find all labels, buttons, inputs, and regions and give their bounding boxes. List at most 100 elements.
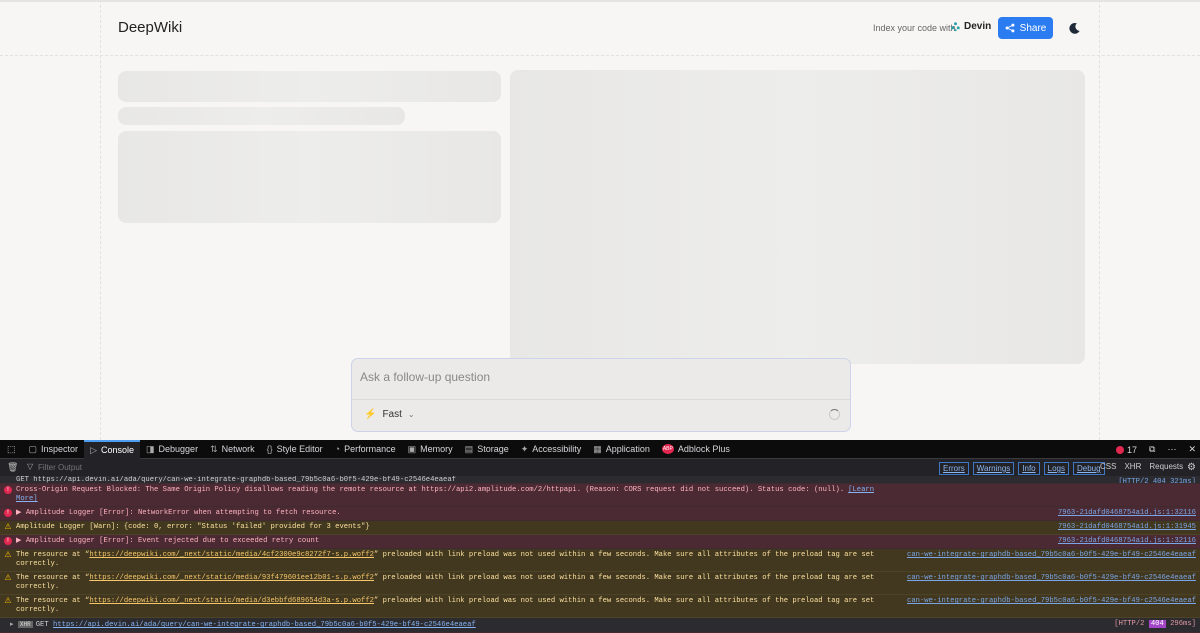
log-text: GET https://api.devin.ai/ada/query/can-w… (16, 476, 456, 484)
tab-inspector[interactable]: ▢ Inspector (23, 440, 85, 459)
console-log-row[interactable]: ⚠ Amplitude Logger [Warn]: {code: 0, erro… (0, 521, 1200, 535)
log-protocol: [HTTP/2 (1114, 620, 1145, 628)
devtools-panel: ⬚ ▢ Inspector ▷ Console ◨ Debugger ⇅ Network{} S… (0, 439, 1200, 633)
log-text: The resource at “ (16, 597, 90, 605)
tab-label: Storage (477, 444, 509, 454)
skeleton-subtitle (118, 107, 405, 125)
deepwiki-page: DeepWiki Index your code with Devin Shar… (0, 0, 1200, 440)
tab-label: Network (221, 444, 255, 454)
element-picker-icon[interactable]: ⬚ (0, 440, 23, 459)
log-text: Cross-Origin Request Blocked: The Same O… (16, 486, 845, 494)
skeleton-card (118, 131, 501, 223)
mode-selector[interactable]: ⚡ Fast ⌄ (364, 409, 415, 420)
accessibility-icon: ✦ (520, 443, 529, 454)
filter-requests-button[interactable]: Requests (1149, 462, 1183, 471)
moon-icon (1068, 22, 1080, 34)
console-log-row[interactable]: ⚠ The resource at “https://deepwiki.com/_… (0, 549, 1200, 572)
error-icon: ! (4, 537, 12, 545)
level-logs-button[interactable]: Logs (1043, 462, 1069, 475)
log-url[interactable]: https://deepwiki.com/_next/static/media/… (89, 551, 374, 559)
tab-style-editor[interactable]: {} Style Editor (261, 440, 329, 459)
console-log-row[interactable]: GET https://api.devin.ai/ada/query/can-w… (0, 476, 1200, 484)
filter-xhr-button[interactable]: XHR (1124, 462, 1141, 471)
log-source-link[interactable]: 7963-21dafd0468754a1d.js:1:32116 (1058, 537, 1196, 546)
warning-icon: ⚠ (4, 522, 12, 531)
gear-icon[interactable]: ⚙ (1187, 462, 1196, 473)
console-log-row[interactable]: ! ▶ Amplitude Logger [Error]: NetworkErro… (0, 507, 1200, 521)
level-warnings-button[interactable]: Warnings (972, 462, 1015, 475)
log-url[interactable]: https://deepwiki.com/_next/static/media/… (89, 574, 374, 582)
more-options-icon[interactable]: ⋯ (1167, 444, 1176, 455)
tab-label: Inspector (41, 444, 79, 454)
console-filterbar: 🗑 ▽ ErrorsWarningsInfoLogsDebug CSS XHR Re… (0, 459, 1200, 477)
mode-label: Fast (382, 409, 402, 420)
tab-memory[interactable]: ▣ Memory (402, 440, 459, 459)
log-source-link[interactable]: 7963-21dafd0468754a1d.js:1:31945 (1058, 523, 1196, 532)
console-log-row[interactable]: ! Cross-Origin Request Blocked: The Same … (0, 484, 1200, 507)
follow-up-input[interactable] (360, 367, 840, 387)
top-border (0, 0, 1200, 2)
debugger-icon: ◨ (146, 443, 155, 454)
ask-divider (352, 399, 850, 400)
devin-link[interactable]: Devin (950, 21, 991, 32)
warning-icon: ⚠ (4, 573, 12, 582)
brand-logo[interactable]: DeepWiki (118, 19, 182, 36)
theme-toggle-button[interactable] (1066, 20, 1082, 36)
level-errors-button[interactable]: Errors (939, 462, 969, 475)
tab-console[interactable]: ▷ Console (84, 439, 141, 459)
tab-application[interactable]: ▦ Application (587, 440, 656, 459)
guide-line (100, 0, 101, 440)
share-icon (1005, 23, 1015, 33)
log-level-buttons: Errors Warnings Info Logs Debug (939, 462, 1105, 475)
tab-label: Application (605, 444, 650, 454)
devtools-tabbar: ⬚ ▢ Inspector ▷ Console ◨ Debugger ⇅ Network{} S… (0, 439, 1200, 459)
ask-box: ⚡ Fast ⌄ (351, 358, 851, 432)
log-url[interactable]: https://api.devin.ai/ada/query/can-we-in… (53, 621, 476, 629)
log-text: Amplitude Logger [Warn]: {code: 0, error… (16, 523, 370, 531)
filter-output-input[interactable] (38, 463, 238, 472)
devtools-toolbar-right: 17 ⧉ ⋯ ✕ (1116, 440, 1196, 459)
tab-performance[interactable]: ◔ Performance (329, 440, 402, 459)
tab-debugger[interactable]: ◨ Debugger (140, 440, 204, 459)
console-log-row[interactable]: ! ▶ Amplitude Logger [Error]: Event rejec… (0, 535, 1200, 549)
tab-label: Performance (344, 444, 396, 454)
filter-icon: ▽ (27, 462, 34, 471)
tab-adblock-plus[interactable]: ABP Adblock Plus (656, 440, 736, 459)
style-editor-icon: {} (266, 444, 273, 454)
log-text: The resource at “ (16, 551, 90, 559)
trash-icon[interactable]: 🗑 (7, 462, 18, 473)
dock-icon[interactable]: ⧉ (1149, 444, 1155, 455)
log-url[interactable]: https://deepwiki.com/_next/static/media/… (89, 597, 374, 605)
close-icon[interactable]: ✕ (1188, 444, 1196, 455)
log-source-link[interactable]: can-we-integrate-graphdb-based_79b5c0a6-… (907, 597, 1196, 606)
console-log-row[interactable]: ⚠ The resource at “https://deepwiki.com/_… (0, 572, 1200, 595)
log-method: GET (35, 621, 49, 629)
lightning-icon: ⚡ (364, 409, 377, 420)
error-count: 17 (1127, 444, 1138, 455)
devin-icon (951, 22, 960, 32)
log-text: ▶ Amplitude Logger [Error]: Event reject… (16, 537, 320, 545)
application-icon: ▦ (593, 443, 602, 454)
performance-icon: ◔ (334, 444, 341, 454)
extra-filter-buttons: CSS XHR Requests (1100, 462, 1183, 471)
log-text: ▶ Amplitude Logger [Error]: NetworkError… (16, 509, 341, 517)
log-text: The resource at “ (16, 574, 90, 582)
level-info-button[interactable]: Info (1018, 462, 1040, 475)
tab-label: Console (100, 445, 135, 455)
log-source-link[interactable]: can-we-integrate-graphdb-based_79b5c0a6-… (907, 574, 1196, 583)
chevron-down-icon: ⌄ (407, 410, 415, 419)
xhr-badge: XHR (17, 621, 33, 628)
tab-label: Style Editor (276, 444, 323, 454)
tab-accessibility[interactable]: ✦ Accessibility (515, 440, 588, 459)
share-button[interactable]: Share (998, 17, 1053, 39)
filter-css-button[interactable]: CSS (1100, 462, 1116, 471)
log-source-link[interactable]: 7963-21dafd0468754a1d.js:1:32116 (1058, 509, 1196, 518)
log-source-link[interactable]: can-we-integrate-graphdb-based_79b5c0a6-… (907, 551, 1196, 560)
tab-network[interactable]: ⇅ Network (204, 440, 261, 459)
adblock-icon: ABP (661, 444, 674, 454)
error-count-badge[interactable]: 17 (1116, 445, 1137, 455)
console-log-row[interactable]: ⚠ The resource at “https://deepwiki.com/_… (0, 595, 1200, 618)
console-log-list: GET https://api.devin.ai/ada/query/can-w… (0, 476, 1200, 618)
index-your-code-text: Index your code with (873, 23, 956, 33)
tab-storage[interactable]: ▤ Storage (459, 440, 515, 459)
